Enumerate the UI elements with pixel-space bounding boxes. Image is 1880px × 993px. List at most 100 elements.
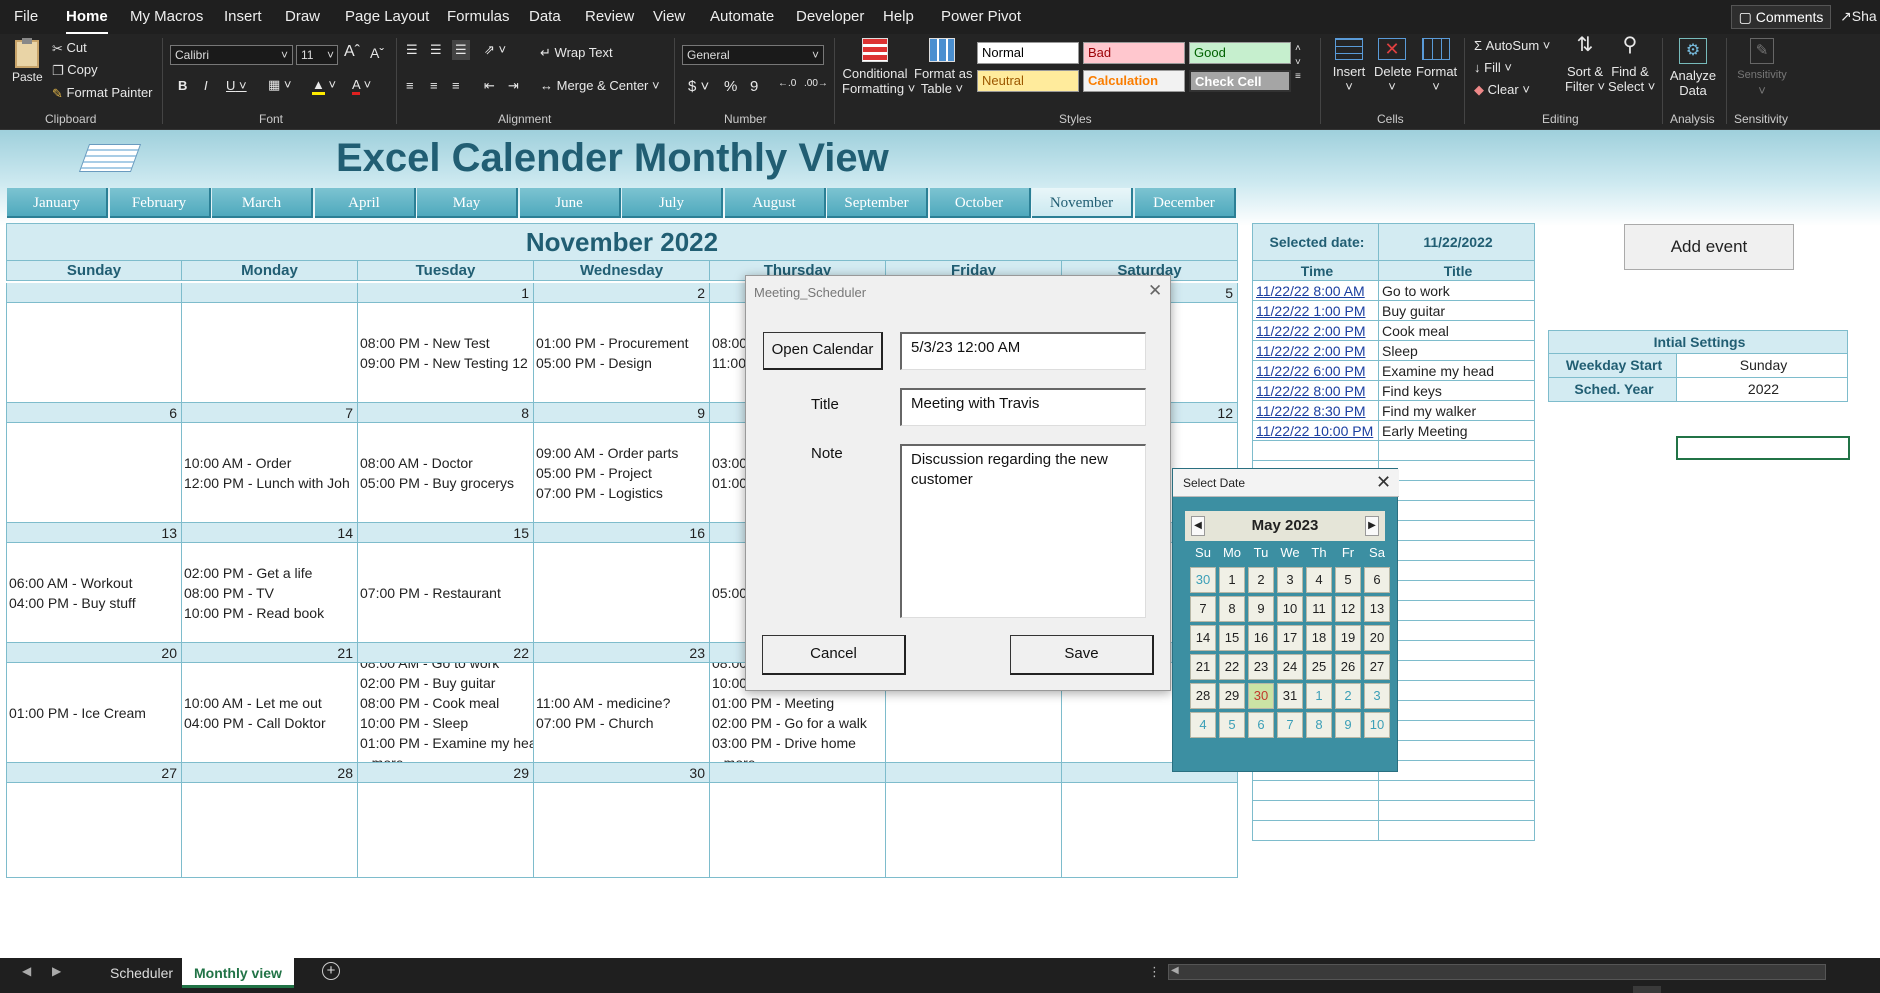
copy-button[interactable]: ❐ Copy <box>52 62 98 79</box>
cancel-button[interactable]: Cancel <box>762 635 906 675</box>
picker-day[interactable]: 27 <box>1364 654 1390 680</box>
style-check-cell[interactable]: Check Cell <box>1189 70 1291 92</box>
align-center-button[interactable]: ≡ <box>430 78 438 93</box>
calendar-event[interactable]: 08:00 PM - Cook meal <box>360 693 533 713</box>
month-tab-february[interactable]: February <box>109 188 211 218</box>
picker-day[interactable]: 7 <box>1190 596 1216 622</box>
event-title[interactable] <box>1379 621 1535 641</box>
picker-day[interactable]: 3 <box>1277 567 1303 593</box>
style-normal[interactable]: Normal <box>977 42 1079 64</box>
event-time[interactable] <box>1252 801 1379 821</box>
calendar-event[interactable]: 10:00 AM - Order <box>184 453 357 473</box>
font-color-button[interactable]: A ˅ <box>352 77 371 95</box>
cut-button[interactable]: ✂ Cut <box>52 40 87 57</box>
event-time[interactable]: 11/22/22 8:00 PM <box>1252 381 1379 401</box>
calendar-event[interactable]: 08:00 AM - Go to work <box>360 663 533 673</box>
clear-button[interactable]: ◆ Clear ˅ <box>1474 82 1530 98</box>
calendar-event[interactable]: 10:00 AM - Let me out <box>184 693 357 713</box>
calendar-event[interactable]: 04:00 PM - Call Doktor <box>184 713 357 733</box>
calendar-event[interactable]: 02:00 PM - Get a life <box>184 563 357 583</box>
picker-day[interactable]: 20 <box>1364 625 1390 651</box>
event-time[interactable]: 11/22/22 6:00 PM <box>1252 361 1379 381</box>
picker-day[interactable]: 10 <box>1364 712 1390 738</box>
day-cell[interactable] <box>534 543 710 643</box>
note-field[interactable]: Discussion regarding the new customer <box>900 444 1146 618</box>
picker-day[interactable]: 11 <box>1306 596 1332 622</box>
scroll-left-icon[interactable]: ◀ <box>22 964 31 978</box>
find-select-button[interactable]: ⚲ Find & Select ˅ <box>1608 35 1655 94</box>
calendar-event[interactable]: 05:00 PM - Buy grocerys <box>360 473 533 493</box>
calendar-event[interactable]: 01:00 PM - Procurement <box>536 333 709 353</box>
comma-button[interactable]: 9 <box>750 78 758 95</box>
calendar-event[interactable]: 01:00 PM - Examine my hea <box>360 733 533 753</box>
picker-day[interactable]: 1 <box>1219 567 1245 593</box>
paste-button[interactable]: Paste <box>12 38 43 84</box>
event-time[interactable] <box>1252 821 1379 841</box>
picker-day[interactable]: 16 <box>1248 625 1274 651</box>
day-cell[interactable]: 01:00 PM - Procurement 05:00 PM - Design <box>534 303 710 403</box>
day-cell[interactable]: 11:00 AM - medicine? 07:00 PM - Church <box>534 663 710 763</box>
event-title[interactable]: Buy guitar <box>1379 301 1535 321</box>
event-title[interactable] <box>1379 581 1535 601</box>
title-field[interactable]: Meeting with Travis <box>900 388 1146 426</box>
event-title[interactable] <box>1379 501 1535 521</box>
next-month-button[interactable]: ▶ <box>1365 516 1379 536</box>
picker-day[interactable]: 22 <box>1219 654 1245 680</box>
month-tab-december[interactable]: December <box>1134 188 1236 218</box>
day-cell[interactable]: 08:00 AM - Doctor 05:00 PM - Buy grocerys <box>358 423 534 523</box>
event-time[interactable]: 11/22/22 8:00 AM <box>1252 281 1379 301</box>
bold-button[interactable]: B <box>178 78 187 93</box>
month-tab-may[interactable]: May <box>417 188 518 218</box>
calendar-event[interactable]: 09:00 PM - New Testing 12 <box>360 353 533 373</box>
menu-insert[interactable]: Insert <box>224 8 262 25</box>
picker-day[interactable]: 15 <box>1219 625 1245 651</box>
event-title[interactable]: Sleep <box>1379 341 1535 361</box>
event-title[interactable]: Go to work <box>1379 281 1535 301</box>
picker-day[interactable]: 8 <box>1219 596 1245 622</box>
calendar-event[interactable]: 10:00 PM - Sleep <box>360 713 533 733</box>
picker-day[interactable]: 1 <box>1306 683 1332 709</box>
event-time[interactable]: 11/22/22 2:00 PM <box>1252 341 1379 361</box>
align-right-button[interactable]: ≡ <box>452 78 460 93</box>
day-cell[interactable]: 01:00 PM - Ice Cream <box>6 663 182 763</box>
picker-day[interactable]: 30 <box>1248 683 1274 709</box>
picker-day[interactable]: 30 <box>1190 567 1216 593</box>
currency-button[interactable]: $ ˅ <box>688 78 709 95</box>
style-good[interactable]: Good <box>1189 42 1291 64</box>
menu-draw[interactable]: Draw <box>285 8 320 25</box>
event-title[interactable]: Early Meeting <box>1379 421 1535 441</box>
sensitivity-button[interactable]: ✎ Sensitivity ˅ <box>1734 38 1790 98</box>
format-as-table-button[interactable]: Format as Table ˅ <box>914 38 973 96</box>
picker-day[interactable]: 23 <box>1248 654 1274 680</box>
calendar-event[interactable]: 05:00 PM - Design <box>536 353 709 373</box>
picker-day[interactable]: 10 <box>1277 596 1303 622</box>
orientation-button[interactable]: ⇗ ˅ <box>484 42 506 58</box>
increase-font-button[interactable]: Aˆ <box>344 43 360 61</box>
picker-day[interactable]: 21 <box>1190 654 1216 680</box>
sheet-tab-scheduler[interactable]: Scheduler <box>98 958 185 988</box>
active-cell-selection[interactable] <box>1676 436 1850 460</box>
day-cell[interactable] <box>710 783 886 878</box>
event-title[interactable] <box>1379 781 1535 801</box>
event-title[interactable] <box>1379 441 1535 461</box>
picker-day[interactable]: 13 <box>1364 596 1390 622</box>
picker-day[interactable]: 4 <box>1306 567 1332 593</box>
calendar-event[interactable]: 02:00 PM - Go for a walk <box>712 713 885 733</box>
day-cell[interactable]: 08:00 AM - Go to work02:00 PM - Buy guit… <box>358 663 534 763</box>
font-name-select[interactable]: Calibri ˅ <box>170 45 293 65</box>
event-title[interactable] <box>1379 761 1535 781</box>
menu-help[interactable]: Help <box>883 8 914 25</box>
picker-day[interactable]: 12 <box>1335 596 1361 622</box>
fill-color-button[interactable]: ▲ ˅ <box>312 77 336 95</box>
picker-day[interactable]: 6 <box>1364 567 1390 593</box>
menu-page-layout[interactable]: Page Layout <box>345 8 429 25</box>
event-title[interactable] <box>1379 801 1535 821</box>
calendar-event[interactable]: 07:00 PM - Church <box>536 713 709 733</box>
menu-view[interactable]: View <box>653 8 685 25</box>
style-calculation[interactable]: Calculation <box>1083 70 1185 92</box>
event-title[interactable] <box>1379 541 1535 561</box>
picker-day[interactable]: 7 <box>1277 712 1303 738</box>
more-options-icon[interactable]: ⋮ <box>1148 964 1161 980</box>
sched-year-value[interactable]: 2022 <box>1677 378 1848 402</box>
close-icon[interactable]: ✕ <box>1376 472 1391 493</box>
